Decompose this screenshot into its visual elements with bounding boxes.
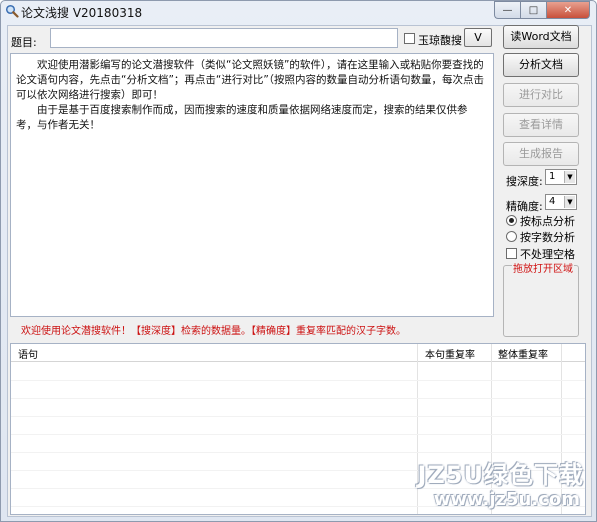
row-divider [11, 452, 585, 453]
search-depth-value: 1 [549, 171, 556, 182]
precision-label: 精确度: [506, 200, 543, 213]
char-count-radio-label: 按字数分析 [520, 231, 575, 244]
search-depth-select[interactable]: 1 ▼ [545, 169, 577, 185]
maximize-button[interactable]: □ [520, 1, 546, 19]
watermark-logo-text: JZ5U绿色下载 [417, 461, 584, 489]
intro-paragraph: 欢迎使用潜影编写的论文潜搜软件（类似“论文照妖镜”的软件），请在这里输入或粘贴你… [16, 59, 485, 101]
row-divider [11, 398, 585, 399]
row-divider [11, 416, 585, 417]
window-title: 论文浅搜 V20180318 [21, 6, 143, 20]
chevron-down-icon: ▼ [564, 171, 575, 183]
site-watermark: JZ5U绿色下载 www.jz5u.com [394, 455, 584, 513]
topic-input[interactable] [50, 28, 398, 48]
column-header-overall-rate[interactable]: 整体重复率 [498, 346, 548, 361]
fuzzy-search-label: 玉琼馥搜 [418, 34, 462, 47]
generate-report-button[interactable]: 生成报告 [503, 142, 579, 166]
analyze-document-button[interactable]: 分析文档 [503, 53, 579, 77]
title-bar[interactable]: 论文浅搜 V20180318 — □ ✕ [1, 1, 596, 23]
char-count-radio[interactable] [506, 231, 517, 242]
ignore-spaces-checkbox[interactable] [506, 248, 517, 259]
precision-value: 4 [549, 196, 556, 207]
precision-select[interactable]: 4 ▼ [545, 194, 577, 210]
search-depth-label: 搜深度: [506, 175, 543, 188]
row-divider [11, 380, 585, 381]
row-divider [11, 434, 585, 435]
column-header-sentence-rate[interactable]: 本句重复率 [425, 346, 475, 361]
disclaimer-paragraph: 由于是基于百度搜索制作而成，因而搜索的速度和质量依据网络速度而定，搜索的结果仅供… [16, 104, 468, 131]
punctuation-radio-label: 按标点分析 [520, 215, 575, 228]
topic-label: 题目: [11, 36, 37, 49]
document-text-area[interactable]: 欢迎使用潜影编写的论文潜搜软件（类似“论文照妖镜”的软件），请在这里输入或粘贴你… [10, 53, 494, 317]
drop-zone-label: 拖放打开区域 [512, 260, 574, 275]
app-window: 论文浅搜 V20180318 — □ ✕ 题目: 玉琼馥搜 V 欢迎使用潜影编写… [0, 0, 597, 522]
window-controls: — □ ✕ [494, 1, 590, 19]
chevron-down-icon: ▼ [564, 196, 575, 208]
magnifier-icon [5, 4, 19, 18]
drop-zone[interactable] [503, 265, 579, 337]
topic-dropdown-button[interactable]: V [464, 28, 492, 47]
view-details-button[interactable]: 查看详情 [503, 113, 579, 137]
minimize-button[interactable]: — [494, 1, 520, 19]
close-button[interactable]: ✕ [546, 1, 590, 19]
compare-button[interactable]: 进行对比 [503, 83, 579, 107]
table-header: 语句 本句重复率 整体重复率 [11, 344, 585, 362]
punctuation-radio[interactable] [506, 215, 517, 226]
fuzzy-search-checkbox[interactable] [404, 33, 415, 44]
watermark-url: www.jz5u.com [433, 489, 580, 510]
read-word-button[interactable]: 读Word文档 [503, 25, 579, 49]
status-message: 欢迎使用论文潜搜软件！【搜深度】检索的数据量。【精确度】重复率匹配的汉子字数。 [21, 326, 406, 337]
column-header-sentence[interactable]: 语句 [18, 346, 38, 361]
